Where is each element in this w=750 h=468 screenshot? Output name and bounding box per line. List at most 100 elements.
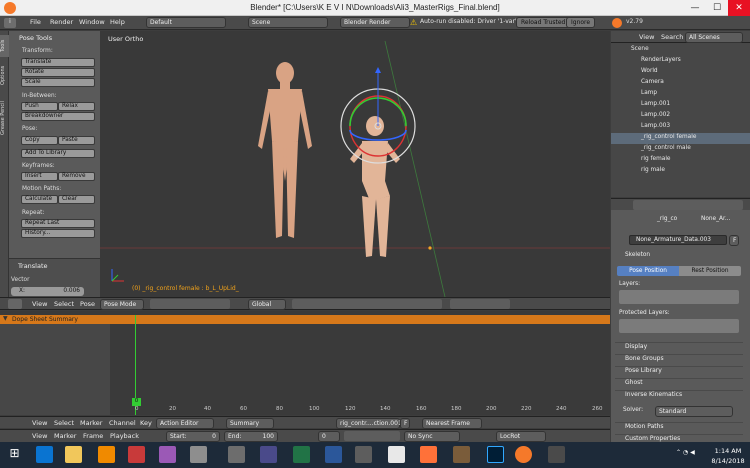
paste-button[interactable]: Paste bbox=[58, 136, 95, 145]
tab-tools[interactable]: Tools bbox=[0, 35, 9, 57]
armature-data-field[interactable]: None_Armature_Data.003 bbox=[629, 235, 727, 245]
maximize-button[interactable]: ☐ bbox=[706, 0, 728, 16]
data-fake-user-button[interactable]: F bbox=[729, 235, 739, 246]
rest-position-button[interactable]: Rest Position bbox=[679, 266, 741, 276]
relax-button[interactable]: Relax bbox=[58, 102, 95, 111]
layout-dropdown[interactable]: Default bbox=[146, 17, 226, 28]
x-field[interactable]: X: 0.006 bbox=[11, 287, 84, 296]
outliner-item-scene[interactable]: Scene bbox=[611, 45, 750, 56]
menu-view[interactable]: View bbox=[32, 300, 47, 308]
add-to-library-button[interactable]: Add To Library bbox=[21, 149, 95, 158]
render-engine-dropdown[interactable]: Blender Render bbox=[340, 17, 410, 28]
clock-date[interactable]: 8/14/2018 bbox=[708, 457, 748, 465]
playback-controls[interactable] bbox=[344, 431, 400, 441]
sync-dropdown[interactable]: No Sync bbox=[404, 431, 460, 442]
ik-panel[interactable]: Inverse Kinematics bbox=[615, 390, 743, 401]
ds-menu-select[interactable]: Select bbox=[54, 419, 74, 427]
outliner-display-dropdown[interactable]: All Scenes bbox=[685, 32, 743, 43]
app-icon-4[interactable] bbox=[260, 446, 277, 463]
mode-dropdown[interactable]: Pose Mode bbox=[100, 299, 144, 310]
motion-paths-panel[interactable]: Motion Paths bbox=[615, 422, 743, 433]
skeleton-panel-title[interactable]: Skeleton bbox=[625, 252, 650, 258]
tl-menu-marker[interactable]: Marker bbox=[54, 432, 76, 440]
app-icon-8[interactable] bbox=[548, 446, 565, 463]
history-button[interactable]: History... bbox=[21, 229, 95, 238]
ds-menu-marker[interactable]: Marker bbox=[80, 419, 102, 427]
menu-window[interactable]: Window bbox=[79, 18, 105, 26]
photoshop-icon[interactable] bbox=[487, 446, 504, 463]
outliner-item-lamp001[interactable]: Lamp.001 bbox=[611, 100, 750, 111]
layers-grid[interactable] bbox=[619, 290, 739, 304]
outliner-item-lamp002[interactable]: Lamp.002 bbox=[611, 111, 750, 122]
app-icon-1[interactable] bbox=[159, 446, 176, 463]
tab-grease-pencil[interactable]: Grease Pencil bbox=[0, 93, 9, 143]
ghost-panel[interactable]: Ghost bbox=[615, 378, 743, 389]
summary-button[interactable]: Summary bbox=[226, 418, 274, 429]
tab-options[interactable]: Options bbox=[0, 61, 9, 89]
pose-position-button[interactable]: Pose Position bbox=[617, 266, 679, 276]
breakdowner-button[interactable]: Breakdowner bbox=[21, 112, 95, 121]
media-player-icon[interactable] bbox=[128, 446, 145, 463]
reload-trusted-button[interactable]: Reload Trusted bbox=[516, 17, 571, 28]
snap-dropdown[interactable]: Nearest Frame bbox=[422, 418, 482, 429]
app-icon-2[interactable] bbox=[190, 446, 207, 463]
outliner-item-camera[interactable]: Camera bbox=[611, 78, 750, 89]
start-frame-field[interactable]: Start: 0 bbox=[166, 431, 220, 442]
app-icon-3[interactable] bbox=[228, 446, 245, 463]
action-name-field[interactable]: rig_contr....ction.001 bbox=[336, 418, 402, 429]
remove-button[interactable]: Remove bbox=[58, 172, 95, 181]
outliner-tab-view[interactable]: View bbox=[639, 33, 654, 41]
push-button[interactable]: Push bbox=[21, 102, 58, 111]
protected-layers-grid[interactable] bbox=[619, 319, 739, 333]
layer-buttons[interactable] bbox=[292, 299, 442, 309]
close-button[interactable]: ✕ bbox=[728, 0, 750, 16]
ds-menu-view[interactable]: View bbox=[32, 419, 47, 427]
fake-user-button[interactable]: F bbox=[400, 418, 410, 429]
vlc-icon[interactable] bbox=[98, 446, 115, 463]
scene-dropdown[interactable]: Scene bbox=[248, 17, 328, 28]
outliner-item-rig-control-female[interactable]: _rig_control female bbox=[611, 133, 750, 144]
outliner-item-rig-control-male[interactable]: _rig_control male bbox=[611, 144, 750, 155]
ds-menu-channel[interactable]: Channel bbox=[109, 419, 136, 427]
app-icon-7[interactable] bbox=[453, 446, 470, 463]
outliner-item-renderlayers[interactable]: RenderLayers bbox=[611, 56, 750, 67]
rotate-button[interactable]: Rotate bbox=[21, 68, 95, 77]
menu-file[interactable]: File bbox=[30, 18, 41, 26]
ds-menu-key[interactable]: Key bbox=[140, 419, 152, 427]
tl-menu-playback[interactable]: Playback bbox=[110, 432, 139, 440]
minimize-button[interactable]: — bbox=[684, 0, 706, 16]
summary-triangle-icon[interactable]: ▼ bbox=[3, 315, 8, 322]
snap-buttons[interactable] bbox=[450, 299, 510, 309]
app-icon-6[interactable] bbox=[388, 446, 405, 463]
action-editor-dropdown[interactable]: Action Editor bbox=[156, 418, 214, 429]
orientation-dropdown[interactable]: Global bbox=[248, 299, 286, 310]
menu-pose[interactable]: Pose bbox=[80, 300, 95, 308]
outliner-item-rig-male[interactable]: rig male bbox=[611, 166, 750, 177]
ignore-button[interactable]: Ignore bbox=[566, 17, 596, 28]
app-icon-5[interactable] bbox=[355, 446, 372, 463]
outliner-tab-search[interactable]: Search bbox=[661, 33, 683, 41]
outliner-item-world[interactable]: World bbox=[611, 67, 750, 78]
bone-groups-panel[interactable]: Bone Groups bbox=[615, 354, 743, 365]
clock-time[interactable]: 1:14 AM bbox=[708, 447, 748, 455]
shading-buttons[interactable] bbox=[150, 299, 230, 309]
outliner-item-rig-female[interactable]: rig female bbox=[611, 155, 750, 166]
editor-type-icon[interactable] bbox=[8, 299, 22, 309]
edge-icon[interactable] bbox=[36, 446, 53, 463]
calculate-button[interactable]: Calculate bbox=[21, 195, 58, 204]
insert-button[interactable]: Insert bbox=[21, 172, 58, 181]
tray-icons[interactable]: ⌃ ◔ ◀ bbox=[676, 449, 706, 459]
translate-button[interactable]: Translate bbox=[21, 58, 95, 67]
end-frame-field[interactable]: End: 100 bbox=[224, 431, 278, 442]
word-icon[interactable] bbox=[325, 446, 342, 463]
copy-button[interactable]: Copy bbox=[21, 136, 58, 145]
outliner-item-lamp003[interactable]: Lamp.003 bbox=[611, 122, 750, 133]
menu-render[interactable]: Render bbox=[50, 18, 73, 26]
start-icon[interactable]: ⊞ bbox=[6, 446, 23, 463]
display-panel[interactable]: Display bbox=[615, 342, 743, 353]
properties-tabs[interactable] bbox=[633, 200, 743, 210]
tl-menu-view[interactable]: View bbox=[32, 432, 47, 440]
scale-button[interactable]: Scale bbox=[21, 78, 95, 87]
current-frame-field[interactable]: 0 bbox=[318, 431, 340, 442]
keying-set-field[interactable]: LocRot bbox=[496, 431, 546, 442]
